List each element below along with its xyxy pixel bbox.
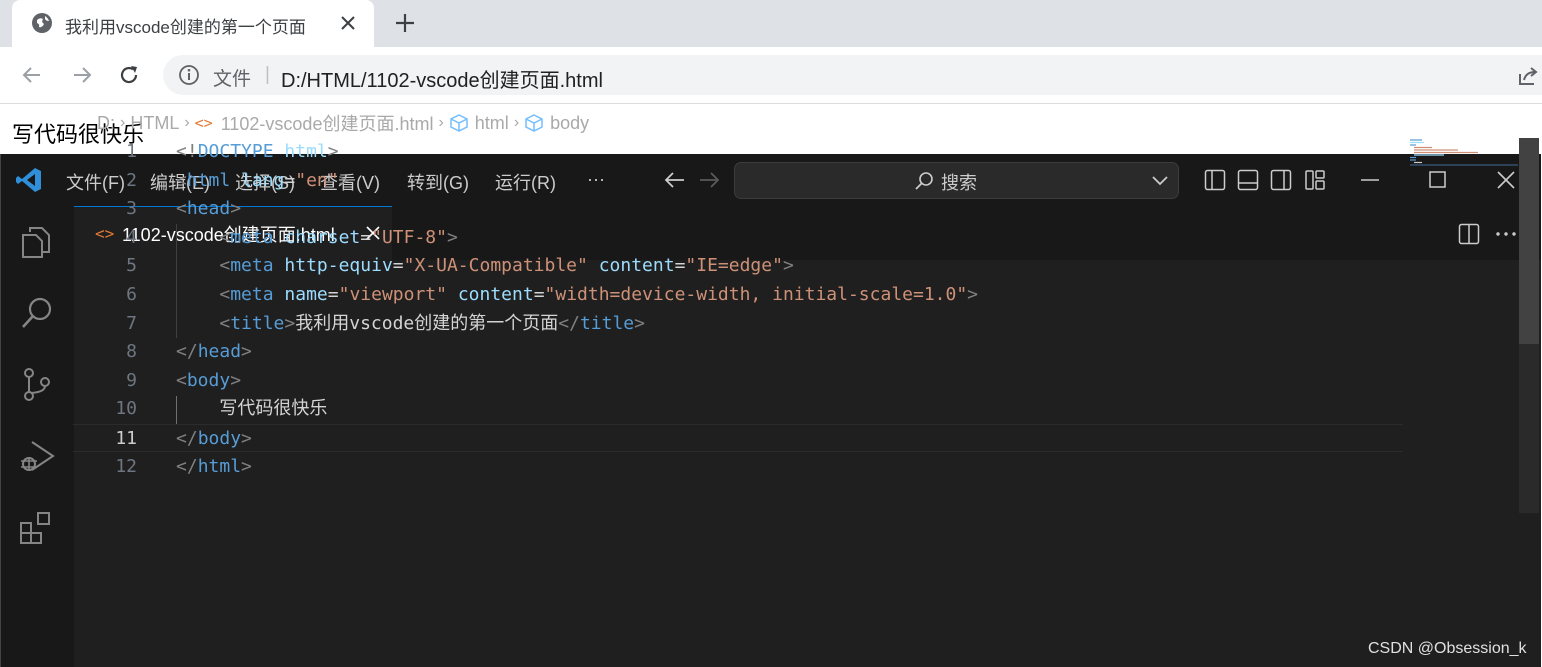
code-text: <html lang="en"> <box>176 169 350 191</box>
code-text: <head> <box>176 198 242 220</box>
address-separator: | <box>265 64 270 85</box>
code-text: <meta name="viewport" content="width=dev… <box>219 284 979 305</box>
search-icon[interactable] <box>18 294 56 332</box>
code-text: <body> <box>176 369 242 391</box>
activity-bar <box>1 206 74 667</box>
breadcrumb: D: › HTML › <> 1102-vscode创建页面.html › ht… <box>97 111 589 135</box>
split-editor-icon[interactable] <box>1458 223 1480 245</box>
code-line[interactable]: 8 </head> <box>73 338 1403 366</box>
browser-tab-title: 我利用vscode创建的第一个页面 <box>65 18 306 37</box>
chevron-right-icon: › <box>513 114 520 131</box>
line-number: 9 <box>126 369 137 391</box>
symbol-cube-icon <box>449 113 469 133</box>
code-text: <meta charset="UTF-8"> <box>219 226 458 248</box>
code-line[interactable]: 2 <html lang="en"> <box>73 167 1403 195</box>
code-line[interactable]: 4 <meta charset="UTF-8"> <box>73 224 1403 252</box>
breadcrumb-symbol-body[interactable]: body <box>550 113 589 134</box>
code-text: </html> <box>176 455 252 477</box>
code-line[interactable]: 1 <!DOCTYPE html> <box>73 138 1403 166</box>
code-text: <title>我利用vscode创建的第一个页面</title> <box>219 312 645 334</box>
line-number: 1 <box>126 141 137 162</box>
address-scheme: 文件 <box>213 69 252 90</box>
more-actions-icon[interactable] <box>1495 223 1517 245</box>
chevron-right-icon: › <box>438 114 444 131</box>
code-text: </body> <box>176 428 252 449</box>
code-line[interactable]: 7 <title>我利用vscode创建的第一个页面</title> <box>73 310 1403 338</box>
code-text: 写代码很快乐 <box>176 398 328 420</box>
browser-tabstrip: 我利用vscode创建的第一个页面 <box>0 0 1542 47</box>
line-number: 2 <box>126 169 137 191</box>
line-number: 10 <box>115 398 137 420</box>
watermark: CSDN @Obsession_k <box>1368 640 1527 657</box>
line-number: 5 <box>126 255 137 277</box>
line-number: 4 <box>126 226 137 248</box>
symbol-cube-icon <box>524 113 544 133</box>
breadcrumb-file[interactable]: 1102-vscode创建页面.html <box>221 110 434 136</box>
address-url[interactable]: D:/HTML/1102-vscode创建页面.html <box>281 64 603 93</box>
code-line[interactable]: 3 <head> <box>73 195 1403 223</box>
info-icon[interactable] <box>178 64 200 86</box>
extensions-icon[interactable] <box>18 509 56 547</box>
source-control-icon[interactable] <box>18 365 56 403</box>
code-line[interactable]: 10 写代码很快乐 <box>73 395 1403 423</box>
run-debug-icon[interactable] <box>18 437 56 475</box>
code-line[interactable]: 9 <body> <box>73 367 1403 395</box>
code-line[interactable]: 5 <meta http-equiv="X-UA-Compatible" con… <box>73 252 1403 280</box>
globe-icon <box>31 12 53 34</box>
share-icon[interactable] <box>1516 64 1540 88</box>
minimap[interactable] <box>1408 138 1520 178</box>
line-number: 11 <box>115 428 137 449</box>
breadcrumb-drive[interactable]: D: <box>97 113 115 134</box>
explorer-icon[interactable] <box>18 223 56 261</box>
code-text: <!DOCTYPE html> <box>176 141 339 162</box>
chevron-right-icon: › <box>120 114 126 131</box>
line-number: 12 <box>115 455 137 477</box>
line-number: 7 <box>126 312 137 334</box>
tab-close-icon[interactable] <box>338 13 358 33</box>
forward-arrow-icon[interactable] <box>70 63 94 87</box>
code-line[interactable]: 11 </body> <box>73 424 1403 452</box>
code-text: <meta http-equiv="X-UA-Compatible" conte… <box>219 255 794 277</box>
back-arrow-icon[interactable] <box>20 63 44 87</box>
browser-toolbar: 文件 | D:/HTML/1102-vscode创建页面.html <box>0 47 1542 104</box>
html-file-icon: <> <box>194 114 213 132</box>
line-number: 3 <box>126 198 137 220</box>
address-bar[interactable]: 文件 | D:/HTML/1102-vscode创建页面.html <box>163 55 1542 95</box>
breadcrumb-folder[interactable]: HTML <box>130 113 179 134</box>
chevron-right-icon: › <box>184 114 190 131</box>
code-text: </head> <box>176 341 252 363</box>
scrollbar-thumb[interactable] <box>1519 138 1539 344</box>
code-line[interactable]: 12 </html> <box>73 453 1403 481</box>
code-line[interactable]: 6 <meta name="viewport" content="width=d… <box>73 281 1403 309</box>
vscode-logo-icon <box>16 167 42 193</box>
reload-icon[interactable] <box>117 63 141 87</box>
browser-tab[interactable]: 我利用vscode创建的第一个页面 <box>12 0 374 47</box>
breadcrumb-symbol-html[interactable]: html <box>475 113 509 134</box>
line-number: 8 <box>126 341 137 363</box>
line-number: 6 <box>126 284 137 305</box>
new-tab-icon[interactable] <box>393 11 417 35</box>
